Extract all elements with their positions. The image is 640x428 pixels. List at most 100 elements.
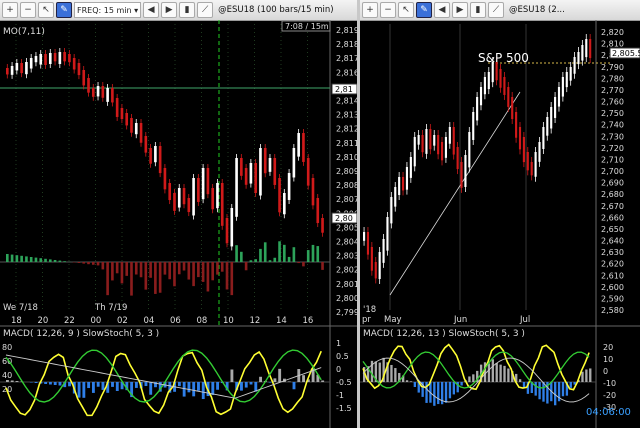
macd-tick-label: 20 [603, 343, 613, 352]
macd-hist-bar [29, 382, 33, 383]
momentum-bar [216, 262, 219, 275]
macd-hist-bar [534, 382, 537, 396]
macd-hist-bar [53, 382, 57, 385]
macd-hist-bar [77, 382, 81, 398]
momentum-bar [273, 257, 277, 262]
momentum-bar [77, 262, 81, 263]
left-momentum-histogram [6, 241, 324, 296]
momentum-bar [263, 242, 267, 262]
momentum-bar [287, 256, 291, 262]
macd-hist-bar [472, 374, 475, 382]
trend-line [389, 91, 521, 296]
macd-hist-bar [177, 382, 181, 387]
price-tick-label: 2,740 [601, 121, 624, 130]
time-tick-label: 22 [64, 316, 75, 326]
draw-pencil-icon[interactable]: ✎ [56, 2, 72, 18]
draw-pencil-icon[interactable]: ✎ [416, 2, 432, 18]
cursor-icon[interactable]: ↖ [38, 2, 54, 18]
price-tick-label: 2,807 [336, 195, 357, 204]
left-chart-canvas[interactable]: 2,8192,8182,8172,8162,8152,8142,8132,812… [0, 20, 357, 428]
momentum-bar [187, 262, 191, 280]
price-tick-label: 2,799 [336, 308, 357, 317]
price-tick-label: 2,580 [601, 306, 624, 315]
momentum-bar [240, 251, 243, 262]
price-tick-label: 2,814 [336, 97, 357, 106]
time-tick-label: Jul [519, 315, 530, 325]
macd-hist-bar [197, 382, 200, 391]
macd-hist-bar [433, 382, 436, 406]
momentum-bar [53, 260, 57, 262]
price-tick-label: 2,802 [336, 266, 357, 275]
macd-hist-bar [394, 368, 397, 382]
chart-type-icon[interactable]: ⟋ [197, 2, 214, 18]
zoom-in-icon[interactable]: + [362, 2, 378, 18]
price-tick-label: 2,690 [601, 179, 624, 188]
momentum-bar [125, 262, 129, 276]
price-tick-label: 2,650 [601, 225, 624, 234]
momentum-bar [82, 262, 86, 264]
scroll-left-icon[interactable]: ◀ [434, 2, 450, 18]
momentum-bar [101, 262, 105, 270]
scroll-left-icon[interactable]: ◀ [143, 2, 160, 18]
macd-hist-bar [507, 368, 510, 382]
macd-hist-bar [134, 382, 138, 388]
chart-type-icon[interactable]: ⟋ [488, 2, 504, 18]
price-tick-label: 2,760 [601, 98, 624, 107]
price-tick-label: 2,790 [601, 63, 624, 72]
momentum-bar [211, 262, 214, 281]
time-tick-label: 10 [223, 316, 234, 326]
macd-tick-label: -0.5 [336, 378, 352, 387]
macd-hist-bar [487, 363, 491, 382]
macd-hist-bar [518, 379, 522, 382]
bar-style-icon[interactable]: ▮ [179, 2, 196, 18]
left-chart-window[interactable]: + − ↖ ✎ FREQ: 15 min ▾ ◀ ▶ ▮ ⟋ @ESU18 (1… [0, 0, 357, 428]
price-tick-label: 2,813 [336, 111, 357, 120]
zoom-in-icon[interactable]: + [2, 2, 18, 18]
macd-hist-bar [460, 382, 463, 386]
momentum-bar [87, 262, 90, 265]
year-label: '18 [363, 305, 376, 315]
price-tick-label: 2,720 [601, 144, 624, 153]
right-chart-canvas[interactable]: 2,8202,8102,8002,7902,7802,7702,7602,750… [360, 20, 640, 428]
macd-label: MACD( 12,26, 9 ) SlowStoch( 5, 3 ) [3, 329, 159, 339]
bar-style-icon[interactable]: ▮ [470, 2, 486, 18]
zoom-out-icon[interactable]: − [20, 2, 36, 18]
macd-hist-bar [268, 382, 272, 383]
price-tick-label: 2,819 [336, 26, 357, 35]
zoom-out-icon[interactable]: − [380, 2, 396, 18]
time-tick-label: 16 [303, 316, 314, 326]
macd-hist-bar [249, 382, 253, 385]
macd-tick-label: 0 [336, 365, 341, 374]
momentum-bar [182, 262, 186, 271]
momentum-bar [96, 262, 100, 266]
macd-hist-bar [82, 382, 86, 398]
macd-hist-bar [561, 382, 565, 397]
price-tick-label: 2,640 [601, 237, 624, 246]
macd-hist-bar [115, 382, 119, 391]
momentum-bar [244, 262, 248, 271]
stoch-tick-label: 80 [2, 343, 12, 352]
cursor-icon[interactable]: ↖ [398, 2, 414, 18]
momentum-bar [201, 262, 205, 282]
scroll-right-icon[interactable]: ▶ [161, 2, 178, 18]
scroll-right-icon[interactable]: ▶ [452, 2, 468, 18]
macd-label: MACD( 12,26, 13 ) SlowStoch( 5, 3 ) [363, 329, 525, 339]
momentum-bar [225, 262, 229, 290]
macd-hist-bar [378, 362, 381, 382]
price-tick-label: 2,809 [336, 167, 357, 176]
time-tick-label: pr [362, 315, 371, 325]
price-tick-label: 2,817 [336, 54, 357, 63]
momentum-bar [254, 259, 257, 262]
momentum-bar [115, 262, 119, 274]
right-chart-window[interactable]: + − ↖ ✎ ◀ ▶ ▮ ⟋ @ESU18 (2... 2,820 2,810 2… [360, 0, 640, 428]
momentum-bar [297, 262, 300, 264]
chart-annotation: S&P 500 [478, 51, 529, 65]
frequency-select[interactable]: FREQ: 15 min ▾ [74, 2, 142, 18]
right-macd-panel: 20100-10-20-30 [360, 343, 616, 412]
cursor-readout: 7:08 / 15m [285, 22, 329, 31]
price-tick-label: 2,805 [336, 223, 357, 232]
momentum-bar [292, 247, 296, 262]
time-tick-label: May [384, 315, 402, 325]
time-tick-label: 00 [91, 316, 102, 326]
price-tick-label: 2,600 [601, 283, 624, 292]
